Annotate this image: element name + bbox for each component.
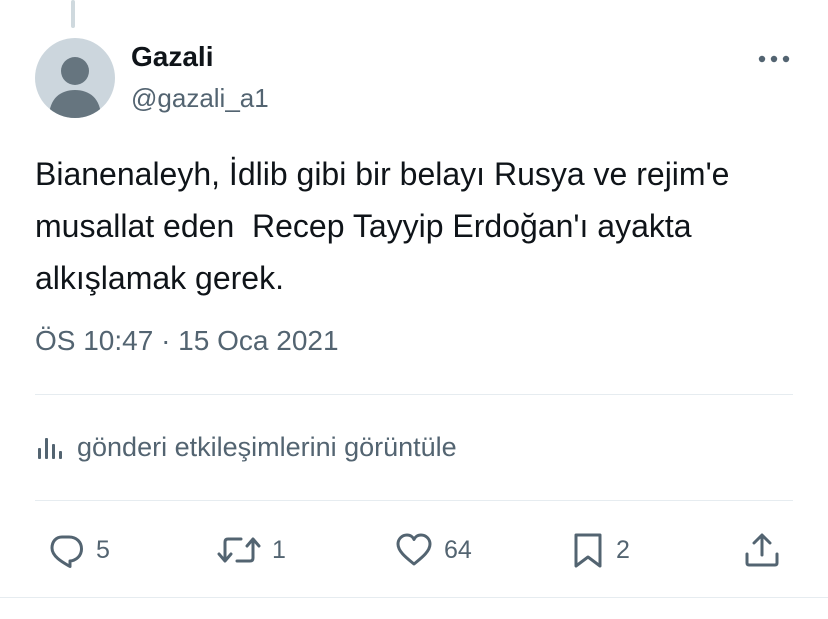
display-name[interactable]: Gazali <box>131 40 213 74</box>
reply-button[interactable]: 5 <box>46 528 110 572</box>
retweet-count: 1 <box>272 536 286 564</box>
like-button[interactable]: 64 <box>394 528 472 572</box>
reply-count: 5 <box>96 536 110 564</box>
like-count: 64 <box>444 536 472 564</box>
bookmark-button[interactable]: 2 <box>570 528 630 572</box>
default-avatar-icon <box>49 57 101 118</box>
share-upload-icon <box>745 533 779 567</box>
divider <box>35 500 793 501</box>
bookmark-count: 2 <box>616 536 630 564</box>
user-handle[interactable]: @gazali_a1 <box>131 82 269 114</box>
thread-connector-line <box>71 0 75 28</box>
bookmark-icon <box>574 533 602 568</box>
view-engagements-link[interactable]: gönderi etkileşimlerini görüntüle <box>35 427 457 467</box>
retweet-button[interactable]: 1 <box>216 528 286 572</box>
tweet-text: Bianenaleyh, İdlib gibi bir belayı Rusya… <box>35 156 730 296</box>
heart-icon <box>396 533 432 566</box>
more-options-button[interactable] <box>752 44 796 74</box>
share-button[interactable] <box>742 528 782 572</box>
divider <box>0 597 828 598</box>
bar-chart-icon <box>38 438 62 459</box>
divider <box>35 394 793 395</box>
ellipsis-icon <box>758 55 790 63</box>
tweet-timestamp[interactable]: ÖS 10:47 · 15 Oca 2021 <box>35 322 339 360</box>
comment-bubble-icon <box>50 535 83 568</box>
retweet-arrows-icon <box>217 537 261 563</box>
engagements-label: gönderi etkileşimlerini görüntüle <box>77 432 457 462</box>
avatar[interactable] <box>35 38 115 118</box>
